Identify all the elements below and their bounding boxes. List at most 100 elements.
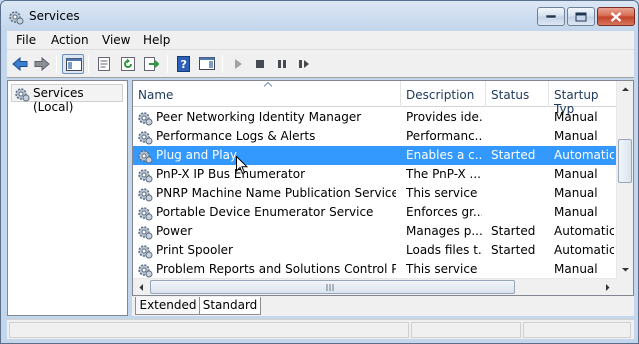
list-header: Name Description Status Startup Typ [133,81,616,116]
service-status-cell: Started [491,148,536,162]
start-service-button[interactable] [227,54,249,74]
service-description-cell: Performanc... [406,129,482,143]
tab-extended[interactable]: Extended [135,297,201,315]
service-startup-type-cell: Manual [554,110,598,124]
toolbar-separator [88,55,89,73]
sort-ascending-icon [264,82,272,87]
toolbar-separator [56,55,57,73]
service-startup-type-cell: Manual [554,205,598,219]
table-row[interactable]: Print Spooler Loads files t... Started Auto… [133,241,616,260]
refresh-button[interactable] [117,54,139,74]
table-row[interactable]: PNRP Machine Name Publication Service Thi… [133,184,616,203]
title-bar[interactable]: Services [1,1,638,31]
mouse-cursor-icon [236,156,248,175]
status-bar-segment [523,322,631,338]
tab-standard[interactable]: Standard [199,297,261,315]
services-gear-icon [8,9,24,25]
show-hide-action-pane-button[interactable] [196,54,218,74]
help-button[interactable]: ? [173,54,195,74]
back-button[interactable] [9,54,31,74]
svg-text:?: ? [181,58,187,71]
table-row[interactable]: PnP-X IP Bus Enumerator The PnP-X ... Manu… [133,165,616,184]
scroll-right-button[interactable] [599,279,616,295]
menu-view[interactable]: View [102,33,130,47]
column-header-label: Description [406,88,475,102]
service-startup-type-cell: Manual [554,167,598,181]
status-bar [7,319,634,339]
console-tree: Services (Local) [7,80,128,316]
service-name-cell: Print Spooler [156,243,233,257]
service-name-cell: Plug and Play [156,148,238,162]
service-startup-type-cell: Manual [554,186,598,200]
show-hide-tree-button[interactable] [62,54,84,74]
scroll-left-button[interactable] [133,279,150,295]
menu-file[interactable]: File [16,33,36,47]
service-description-cell: This service ... [406,186,482,200]
service-name-cell: Portable Device Enumerator Service [156,205,374,219]
status-bar-segment [9,322,409,338]
column-header-name[interactable]: Name [133,81,401,107]
scroll-up-button[interactable] [617,81,633,98]
table-row[interactable]: Plug and Play Enables a c... Started Automa… [133,146,616,165]
service-startup-type-cell: Automatic [554,224,614,238]
close-button[interactable] [597,7,635,26]
export-list-button[interactable] [140,54,162,74]
status-bar-segment [411,322,521,338]
service-startup-type-cell: Automatic [554,148,614,162]
properties-button[interactable] [93,54,115,74]
vertical-scrollbar[interactable] [616,81,633,278]
column-header-label: Name [138,88,174,102]
scroll-down-button[interactable] [617,261,633,278]
view-tabs: Extended Standard [132,296,634,316]
grip-icon [326,284,334,291]
service-startup-type-cell: Manual [554,262,598,276]
horizontal-scroll-thumb[interactable] [150,280,515,294]
maximize-button[interactable] [567,7,595,26]
arrow-up-icon [622,87,629,91]
service-name-cell: Power [156,224,193,238]
vertical-scroll-thumb[interactable] [618,139,632,183]
forward-button[interactable] [31,54,53,74]
service-description-cell: Manages p... [406,224,482,238]
minimize-button[interactable] [537,7,565,26]
service-description-cell: Loads files t... [406,243,482,257]
column-header-status[interactable]: Status [486,81,549,107]
pause-service-button[interactable] [271,54,293,74]
service-description-cell: Enforces gr... [406,205,482,219]
arrow-left-icon [139,284,143,291]
menu-action[interactable]: Action [51,33,89,47]
tree-item-label: Services (Local) [33,86,84,114]
column-header-label: Status [491,88,530,102]
services-window: Services File Action View Help ? Service… [0,0,639,344]
service-description-cell: The PnP-X ... [406,167,481,181]
service-startup-type-cell: Manual [554,129,598,143]
table-row[interactable]: Portable Device Enumerator Service Enforc… [133,203,616,222]
menu-help[interactable]: Help [143,33,170,47]
table-row[interactable]: Problem Reports and Solutions Control Pa… [133,260,616,279]
arrow-down-icon [622,268,629,272]
arrow-right-icon [606,284,610,291]
horizontal-scrollbar[interactable] [133,278,616,295]
column-header-description[interactable]: Description [401,81,486,107]
service-startup-type-cell: Automatic [554,243,614,257]
toolbar-separator [222,55,223,73]
services-list-pane: Name Description Status Startup Typ Peer… [132,80,634,296]
table-row[interactable]: Peer Networking Identity Manager Provides… [133,108,616,127]
tree-item-services-local[interactable]: Services (Local) [11,84,123,114]
restart-service-button[interactable] [293,54,315,74]
service-name-cell: Peer Networking Identity Manager [156,110,362,124]
service-description-cell: This service ... [406,262,482,276]
service-status-cell: Started [491,224,536,238]
service-name-cell: Problem Reports and Solutions Control Pa… [156,262,396,276]
service-description-cell: Provides ide... [406,110,482,124]
toolbar: ? [7,50,634,78]
table-row[interactable]: Power Manages p... Started Automatic [133,222,616,241]
scrollbar-corner [616,278,633,295]
toolbar-separator [167,55,168,73]
service-name-cell: Performance Logs & Alerts [156,129,316,143]
service-description-cell: Enables a c... [406,148,482,162]
stop-service-button[interactable] [249,54,271,74]
table-row[interactable]: Performance Logs & Alerts Performanc... Ma… [133,127,616,146]
window-title: Services [29,9,80,23]
column-header-startup-type[interactable]: Startup Typ [549,81,616,116]
